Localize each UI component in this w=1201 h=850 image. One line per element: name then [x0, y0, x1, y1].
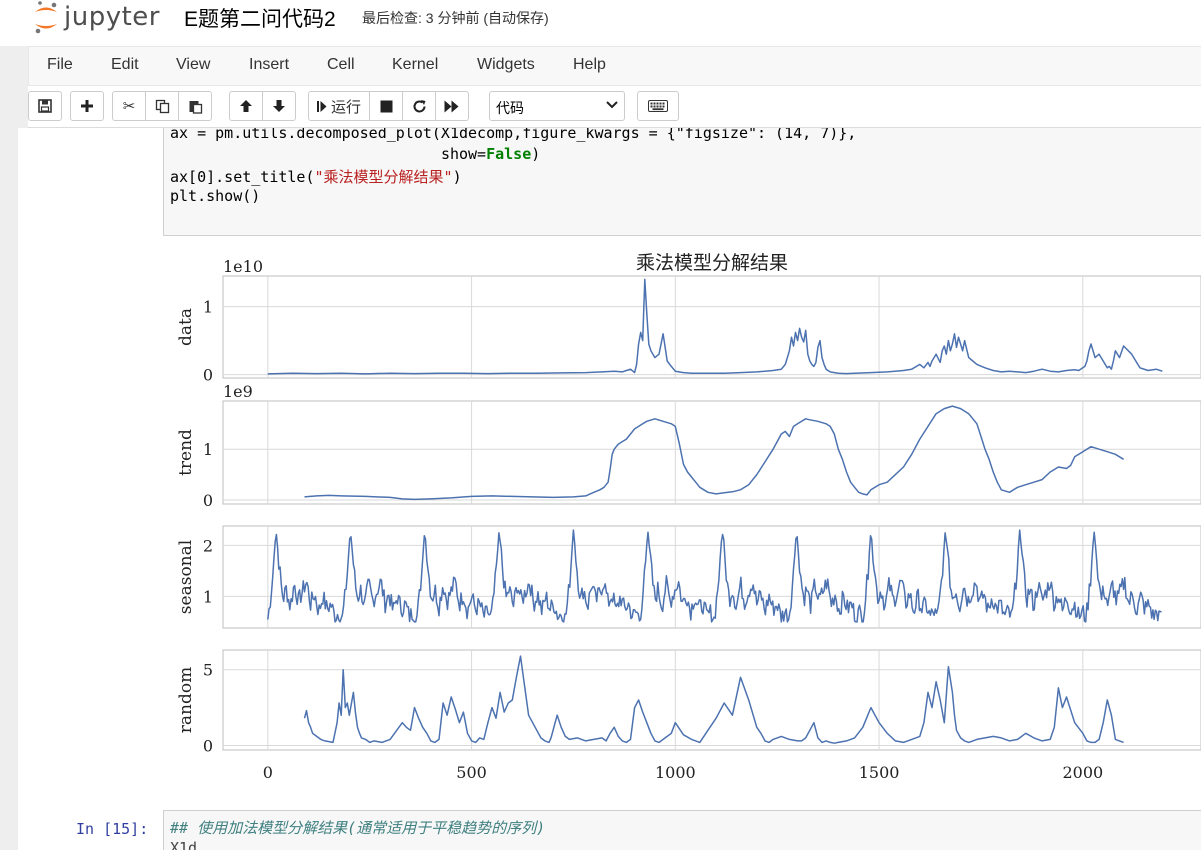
code-line-3: ax[0].set_title("乘法模型分解结果"): [170, 166, 462, 187]
code-token: ax[0].set_title(: [170, 168, 315, 186]
code-line-1: ax = pm.utils.decomposed_plot(X1decomp,f…: [170, 128, 857, 142]
y-tick-label: 0: [203, 366, 213, 385]
run-button[interactable]: 运行: [308, 91, 371, 121]
code-token: ): [452, 168, 462, 186]
interrupt-button[interactable]: [369, 91, 404, 121]
y-tick-label: 1: [203, 440, 213, 459]
logo-text: jupyter: [64, 2, 160, 32]
axes-frame: [222, 649, 1201, 751]
menu-kernel[interactable]: Kernel: [392, 56, 438, 74]
checkpoint-status: 最后检查: 3 分钟前 (自动保存): [362, 10, 549, 26]
jupyter-logo[interactable]: jupyter: [32, 0, 160, 34]
y-tick-label: 1: [203, 587, 213, 606]
fast-forward-icon: [444, 100, 459, 112]
y-axis-label: seasonal: [176, 540, 196, 614]
axes-frame: [222, 275, 1201, 379]
menu-widgets[interactable]: Widgets: [477, 56, 535, 74]
run-icon: [317, 100, 327, 112]
x-tick-label: 0: [263, 763, 273, 782]
copy-icon: [155, 99, 169, 113]
jupyter-logo-icon: [35, 1, 57, 34]
paste-icon: [189, 100, 202, 114]
menu-file[interactable]: File: [47, 56, 73, 74]
code-string: "乘法模型分解结果": [314, 168, 453, 186]
command-palette-button[interactable]: [637, 91, 679, 121]
restart-run-all-button[interactable]: [435, 91, 470, 121]
x-tick-label: 2000: [1062, 763, 1103, 782]
save-button[interactable]: [28, 91, 62, 121]
code-line-4: plt.show(): [170, 187, 261, 205]
code-keyword: False: [486, 145, 532, 163]
keyboard-icon: [648, 100, 668, 112]
restart-icon: [413, 99, 426, 112]
menubar: File Edit View Insert Cell Kernel Widget…: [28, 46, 1201, 86]
y-tick-label: 0: [203, 736, 213, 755]
paste-button[interactable]: [178, 91, 212, 121]
scissors-icon: ✂: [122, 98, 136, 115]
notebook-container: ax = pm.utils.decomposed_plot(X1decomp,f…: [18, 128, 1201, 850]
code-token: ): [531, 145, 541, 163]
axis-offset-text: 1e10: [223, 257, 263, 276]
axes-frame: [222, 400, 1201, 505]
code-line-2: show=False): [170, 145, 540, 163]
cell-prompt: In [15]:: [76, 820, 149, 838]
menu-view[interactable]: View: [176, 56, 210, 74]
header: jupyter E题第二问代码2 最后检查: 3 分钟前 (自动保存): [0, 0, 1201, 46]
save-icon: [38, 99, 52, 113]
y-tick-label: 5: [203, 661, 213, 680]
move-down-button[interactable]: [262, 91, 296, 121]
arrow-up-icon: [240, 100, 252, 112]
code-token: show=: [440, 145, 487, 163]
cut-button[interactable]: ✂: [112, 91, 146, 121]
move-up-button[interactable]: [229, 91, 263, 121]
y-tick-label: 0: [203, 491, 213, 510]
run-label: 运行: [331, 98, 362, 116]
decomposition-figure: 乘法模型分解结果 0 1 data 1e10 0 1 trend 1e9 1 2 seasonal 0…: [176, 252, 1201, 782]
x-tick-label: 500: [456, 763, 487, 782]
code-cell-input-2[interactable]: ## 使用加法模型分解结果(通常适用于平稳趋势的序列) X1d...: [163, 810, 1201, 850]
menu-insert[interactable]: Insert: [249, 56, 289, 74]
y-axis-label: data: [176, 308, 196, 346]
code-line-partial: X1d...: [170, 839, 225, 850]
insert-cell-button[interactable]: [70, 91, 104, 121]
plus-icon: [81, 100, 93, 112]
chevron-down-icon: [606, 101, 618, 109]
toolbar: ✂ 运行 代码: [28, 86, 1201, 128]
y-axis-label: random: [176, 667, 196, 733]
cell-type-value: 代码: [496, 100, 524, 116]
notebook-title[interactable]: E题第二问代码2: [184, 3, 336, 33]
y-tick-label: 2: [203, 536, 213, 555]
figure-title: 乘法模型分解结果: [636, 252, 788, 274]
menu-help[interactable]: Help: [573, 56, 606, 74]
menu-cell[interactable]: Cell: [327, 56, 355, 74]
arrow-down-icon: [273, 100, 285, 112]
y-tick-label: 1: [203, 298, 213, 317]
x-tick-label: 1500: [859, 763, 900, 782]
stop-icon: [380, 100, 393, 112]
x-tick-label: 1000: [655, 763, 696, 782]
code-comment: ## 使用加法模型分解结果(通常适用于平稳趋势的序列): [170, 819, 546, 837]
copy-button[interactable]: [145, 91, 179, 121]
y-axis-label: trend: [176, 429, 196, 476]
menu-edit[interactable]: Edit: [111, 56, 139, 74]
axis-offset-text: 1e9: [223, 382, 253, 401]
cell-type-select[interactable]: 代码: [489, 91, 625, 121]
axes-frame: [222, 525, 1201, 629]
restart-button[interactable]: [402, 91, 437, 121]
code-cell-input[interactable]: ax = pm.utils.decomposed_plot(X1decomp,f…: [163, 128, 1201, 236]
